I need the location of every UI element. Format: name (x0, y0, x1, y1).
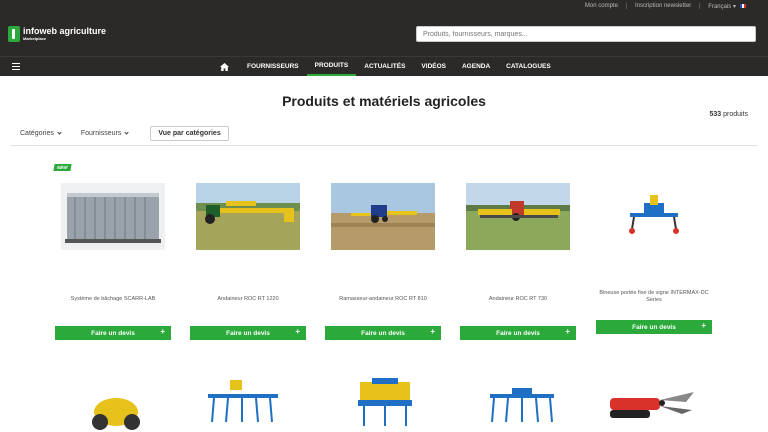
quote-button-label: Faire un devis (361, 329, 405, 337)
nav-catalogues[interactable]: CATALOGUES (498, 57, 559, 76)
site-header: infoweb agriculture Marketplace (0, 12, 768, 56)
logo-subtitle: Marketplace (23, 36, 47, 41)
product-card[interactable]: Bineuse portée fixe de vigne INTERMAX-DC… (596, 183, 712, 334)
product-count-label: produits (723, 111, 748, 118)
suppliers-label: Fournisseurs (80, 129, 122, 137)
hamburger-menu-icon[interactable] (12, 63, 20, 70)
product-image[interactable] (466, 183, 570, 250)
product-image[interactable] (80, 382, 150, 432)
account-link[interactable]: Mon compte (577, 3, 627, 9)
suppliers-dropdown[interactable]: Fournisseurs (80, 129, 129, 137)
french-flag-icon (740, 3, 746, 8)
quote-button-label: Faire un devis (496, 329, 540, 337)
product-card[interactable]: Andaineur ROC RT 1220 Faire un devis + (190, 183, 306, 340)
search-box[interactable] (416, 26, 756, 42)
product-image[interactable] (331, 183, 435, 250)
categories-label: Catégories (20, 129, 54, 137)
new-badge: NEW (53, 164, 72, 171)
nav-fournisseurs[interactable]: FOURNISSEURS (239, 57, 307, 76)
product-image[interactable] (200, 376, 285, 432)
logo-name: infoweb agriculture (23, 26, 107, 36)
plus-icon: + (701, 321, 706, 330)
product-image[interactable] (606, 384, 701, 432)
filter-bar: Catégories Fournisseurs Vue par catégori… (20, 111, 748, 145)
site-logo[interactable]: infoweb agriculture Marketplace (8, 26, 208, 42)
plus-icon: + (160, 327, 165, 336)
nav-actualites[interactable]: ACTUALITÉS (356, 57, 413, 76)
language-label: Français (708, 3, 732, 10)
product-count: 533 produits (709, 111, 748, 118)
product-name[interactable]: Système de bâchage SCARR-LAB (55, 296, 171, 310)
quote-button-label: Faire un devis (632, 323, 676, 331)
nav-videos[interactable]: VIDÉOS (413, 57, 454, 76)
nav-agenda[interactable]: AGENDA (454, 57, 498, 76)
plus-icon: + (430, 327, 435, 336)
product-name[interactable]: Andaineur ROC RT 1220 (190, 296, 306, 310)
language-selector[interactable]: Français ▾ (700, 3, 754, 10)
product-image[interactable] (61, 183, 165, 250)
product-image[interactable] (350, 374, 420, 432)
plus-icon: + (565, 327, 570, 336)
logo-mark-icon (8, 26, 20, 42)
chevron-down-icon (57, 129, 62, 135)
product-image[interactable] (602, 183, 706, 250)
product-name[interactable]: Ramasseur-andaineur ROC RT 810 (325, 296, 441, 310)
quote-button[interactable]: Faire un devis + (460, 326, 576, 340)
quote-button[interactable]: Faire un devis + (190, 326, 306, 340)
utility-bar: Mon compte Inscription newsletter França… (0, 0, 768, 12)
chevron-down-icon (124, 129, 129, 135)
categories-dropdown[interactable]: Catégories (20, 129, 62, 137)
product-grid: NEW Système de bâchage SCARR-LAB Faire u… (0, 146, 768, 432)
quote-button-label: Faire un devis (226, 329, 270, 337)
product-count-number: 533 (709, 111, 722, 118)
product-card[interactable]: Système de bâchage SCARR-LAB Faire un de… (55, 183, 171, 340)
plus-icon: + (295, 327, 300, 336)
home-icon[interactable] (219, 57, 229, 76)
quote-button[interactable]: Faire un devis + (325, 326, 441, 340)
product-name[interactable]: Bineuse portée fixe de vigne INTERMAX-DC… (596, 290, 712, 304)
newsletter-link[interactable]: Inscription newsletter (627, 3, 701, 9)
product-image[interactable] (196, 183, 300, 250)
product-card[interactable]: Ramasseur-andaineur ROC RT 810 Faire un … (325, 183, 441, 340)
view-by-category-button[interactable]: Vue par catégories (150, 125, 229, 141)
main-nav: FOURNISSEURS PRODUITS ACTUALITÉS VIDÉOS … (0, 56, 768, 76)
product-image[interactable] (482, 382, 562, 432)
quote-button[interactable]: Faire un devis + (596, 320, 712, 334)
nav-produits[interactable]: PRODUITS (306, 57, 357, 76)
page-title: Produits et matériels agricoles (282, 93, 486, 109)
search-input[interactable] (423, 30, 749, 38)
quote-button[interactable]: Faire un devis + (55, 326, 171, 340)
product-name[interactable]: Andaineur ROC RT 730 (460, 296, 576, 310)
product-card[interactable]: Andaineur ROC RT 730 Faire un devis + (460, 183, 576, 340)
quote-button-label: Faire un devis (91, 329, 135, 337)
